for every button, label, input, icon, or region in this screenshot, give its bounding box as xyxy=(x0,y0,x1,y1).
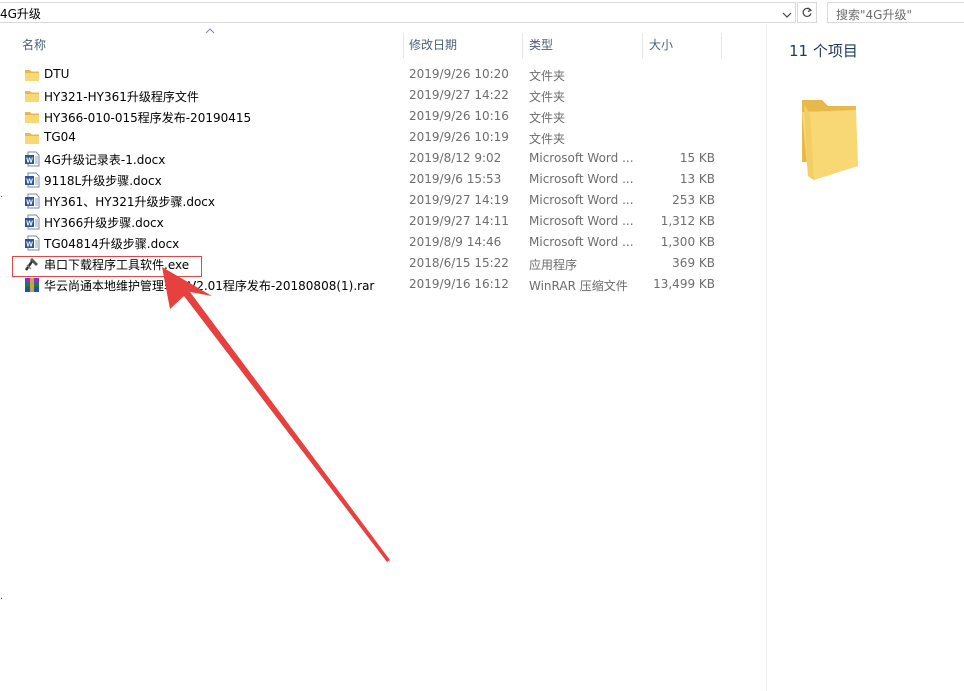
file-type: Microsoft Word ... xyxy=(529,235,634,249)
column-header-date[interactable]: 修改日期 xyxy=(409,35,521,59)
file-type: Microsoft Word ... xyxy=(529,151,634,165)
svg-text:W: W xyxy=(26,179,33,186)
file-type: Microsoft Word ... xyxy=(529,193,634,207)
search-input[interactable]: 搜索"4G升级" xyxy=(827,2,964,23)
file-name: 9118L升级步骤.docx xyxy=(44,174,162,188)
search-placeholder: 搜索"4G升级" xyxy=(836,8,912,22)
svg-text:W: W xyxy=(26,221,33,228)
large-folder-icon xyxy=(802,100,858,180)
svg-text:W: W xyxy=(26,200,33,207)
file-modified-date: 2019/9/16 16:12 xyxy=(409,277,509,291)
file-row[interactable]: HY321-HY361升级程序文件 2019/9/27 14:22 文件夹 xyxy=(0,85,764,106)
file-type: Microsoft Word ... xyxy=(529,172,634,186)
file-name: 4G升级记录表-1.docx xyxy=(44,153,166,167)
file-type: 应用程序 xyxy=(529,258,578,272)
column-header-type-label: 类型 xyxy=(529,38,554,52)
file-name: TG04814升级步骤.docx xyxy=(44,237,180,251)
word-doc-icon: W xyxy=(24,151,40,167)
folder-icon xyxy=(24,67,40,83)
item-count: 11 个项目 xyxy=(789,42,858,60)
refresh-button[interactable] xyxy=(797,2,817,23)
column-header-date-label: 修改日期 xyxy=(409,38,458,52)
word-doc-icon: W xyxy=(24,172,40,188)
file-row[interactable]: W 4G升级记录表-1.docx 2019/8/12 9:02 Microsoft W… xyxy=(0,148,764,169)
edge-fragment: · xyxy=(0,192,4,203)
file-type: 文件夹 xyxy=(529,132,566,146)
column-header-type[interactable]: 类型 xyxy=(529,35,639,59)
file-row[interactable]: 华云尚通本地维护管理软件V2.01程序发布-20180808(1).rar 201… xyxy=(0,274,764,295)
address-bar[interactable]: 4G升级 xyxy=(0,2,796,23)
file-type: 文件夹 xyxy=(529,111,566,125)
file-type: 文件夹 xyxy=(529,90,566,104)
file-modified-date: 2019/9/27 14:19 xyxy=(409,193,509,207)
file-type: WinRAR 压缩文件 xyxy=(529,279,628,293)
file-size: 253 KB xyxy=(672,193,715,207)
file-name: 华云尚通本地维护管理软件V2.01程序发布-20180808(1).rar xyxy=(44,279,375,293)
file-name: HY366-010-015程序发布-20190415 xyxy=(44,111,252,125)
column-divider[interactable] xyxy=(642,33,643,58)
word-doc-icon: W xyxy=(24,235,40,251)
word-doc-icon: W xyxy=(24,193,40,209)
file-modified-date: 2019/9/26 10:16 xyxy=(409,109,509,123)
column-divider[interactable] xyxy=(522,33,523,58)
file-modified-date: 2019/9/27 14:22 xyxy=(409,88,509,102)
file-name: DTU xyxy=(44,67,70,81)
file-row[interactable]: W TG04814升级步骤.docx 2019/8/9 14:46 Microsoft… xyxy=(0,232,764,253)
file-row[interactable]: W 9118L升级步骤.docx 2019/9/6 15:53 Microsoft W… xyxy=(0,169,764,190)
svg-text:W: W xyxy=(26,242,33,249)
file-modified-date: 2018/6/15 15:22 xyxy=(409,256,509,270)
file-type: 文件夹 xyxy=(529,69,566,83)
preview-pane-divider[interactable] xyxy=(766,24,767,691)
file-size: 13 KB xyxy=(679,172,715,186)
edge-fragment: · xyxy=(0,594,4,605)
file-row[interactable]: W HY366升级步骤.docx 2019/9/27 14:11 Microsoft … xyxy=(0,211,764,232)
file-name: HY321-HY361升级程序文件 xyxy=(44,90,199,104)
file-row[interactable]: TG04 2019/9/26 10:19 文件夹 xyxy=(0,127,764,148)
folder-icon xyxy=(24,109,40,125)
column-header-name-label: 名称 xyxy=(22,38,47,52)
file-row[interactable]: W HY361、HY321升级步骤.docx 2019/9/27 14:19 Micr… xyxy=(0,190,764,211)
word-doc-icon: W xyxy=(24,214,40,230)
file-modified-date: 2019/9/26 10:19 xyxy=(409,130,509,144)
column-header-size[interactable]: 大小 xyxy=(649,35,719,59)
file-modified-date: 2019/8/9 14:46 xyxy=(409,235,502,249)
refresh-icon xyxy=(802,7,813,17)
column-header-name[interactable]: 名称 xyxy=(22,35,402,59)
file-modified-date: 2019/9/26 10:20 xyxy=(409,67,509,81)
file-type: Microsoft Word ... xyxy=(529,214,634,228)
svg-text:W: W xyxy=(26,158,33,165)
highlight-annotation-box xyxy=(12,256,202,277)
file-row[interactable]: HY366-010-015程序发布-20190415 2019/9/26 10:1… xyxy=(0,106,764,127)
file-size: 13,499 KB xyxy=(653,277,715,291)
file-size: 15 KB xyxy=(679,151,715,165)
file-size: 369 KB xyxy=(672,256,715,270)
address-path: 4G升级 xyxy=(0,7,41,21)
file-modified-date: 2019/8/12 9:02 xyxy=(409,151,502,165)
file-name: TG04 xyxy=(44,130,76,144)
column-divider[interactable] xyxy=(721,33,722,58)
file-modified-date: 2019/9/6 15:53 xyxy=(409,172,502,186)
rar-archive-icon xyxy=(24,277,40,293)
file-size: 1,312 KB xyxy=(660,214,715,228)
address-dropdown-chevron-icon[interactable] xyxy=(779,6,795,24)
file-name: HY366升级步骤.docx xyxy=(44,216,164,230)
column-header-size-label: 大小 xyxy=(649,38,674,52)
file-modified-date: 2019/9/27 14:11 xyxy=(409,214,509,228)
file-row[interactable]: DTU 2019/9/26 10:20 文件夹 xyxy=(0,64,764,85)
folder-icon xyxy=(24,130,40,146)
file-name: HY361、HY321升级步骤.docx xyxy=(44,195,215,209)
folder-icon xyxy=(24,88,40,104)
sort-up-chevron-icon xyxy=(205,28,215,34)
file-size: 1,300 KB xyxy=(660,235,715,249)
column-divider[interactable] xyxy=(403,33,404,58)
